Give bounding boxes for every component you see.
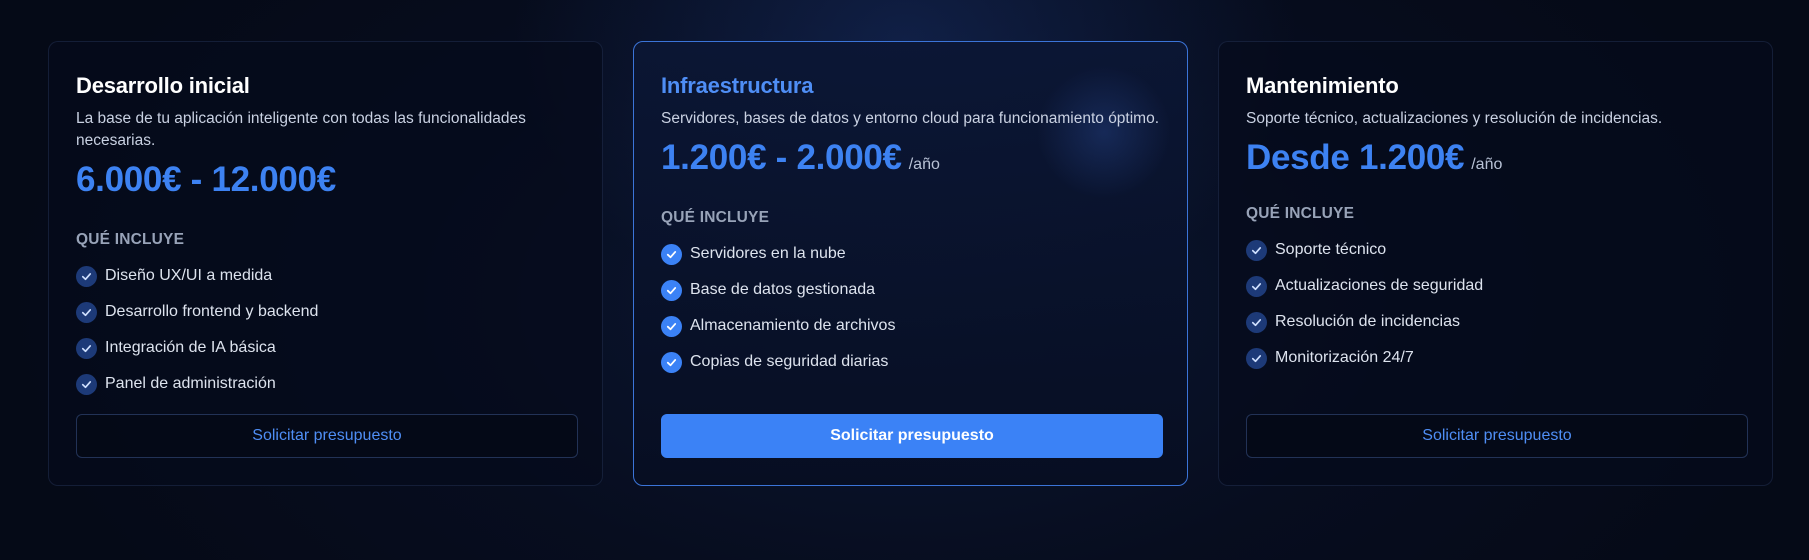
feature-item: Diseño UX/UI a medida	[76, 258, 575, 294]
feature-label: Actualizaciones de seguridad	[1275, 277, 1484, 294]
check-circle-icon	[1246, 275, 1267, 297]
plan-price: 1.200€ - 2.000€	[661, 138, 902, 177]
price-row: 6.000€ - 12.000€	[76, 158, 575, 202]
request-quote-button[interactable]: Solicitar presupuesto	[661, 414, 1163, 458]
request-quote-button[interactable]: Solicitar presupuesto	[1246, 414, 1748, 458]
feature-label: Almacenamiento de archivos	[690, 317, 896, 334]
includes-label: QUÉ INCLUYE	[661, 209, 770, 226]
request-quote-button[interactable]: Solicitar presupuesto	[76, 414, 578, 458]
feature-item: Panel de administración	[76, 366, 575, 402]
includes-label: QUÉ INCLUYE	[1246, 205, 1355, 222]
feature-label: Base de datos gestionada	[690, 281, 876, 298]
check-circle-icon	[661, 279, 682, 301]
price-row: Desde 1.200€ /año	[1246, 136, 1745, 180]
feature-item: Almacenamiento de archivos	[661, 308, 1160, 344]
plan-price: 6.000€ - 12.000€	[76, 160, 336, 199]
feature-label: Monitorización 24/7	[1275, 349, 1414, 366]
check-circle-icon	[76, 265, 97, 287]
feature-item: Monitorización 24/7	[1246, 340, 1745, 376]
pricing-cards: Desarrollo inicial La base de tu aplicac…	[48, 41, 1775, 488]
check-circle-icon	[1246, 347, 1267, 369]
plan-title: Infraestructura	[661, 73, 814, 98]
feature-item: Desarrollo frontend y backend	[76, 294, 575, 330]
check-circle-icon	[76, 301, 97, 323]
check-circle-icon	[1246, 311, 1267, 333]
feature-item: Integración de IA básica	[76, 330, 575, 366]
includes-label: QUÉ INCLUYE	[76, 231, 185, 248]
plan-title: Mantenimiento	[1246, 73, 1399, 98]
price-row: 1.200€ - 2.000€ /año	[661, 136, 1160, 180]
price-period: /año	[1471, 156, 1503, 173]
check-circle-icon	[661, 243, 682, 265]
plan-price: Desde 1.200€	[1246, 138, 1465, 177]
plan-description: Soporte técnico, actualizaciones y resol…	[1246, 110, 1663, 127]
feature-label: Panel de administración	[105, 375, 276, 392]
feature-label: Integración de IA básica	[105, 339, 276, 356]
plan-card-mantenimiento: Mantenimiento Soporte técnico, actualiza…	[1218, 41, 1773, 486]
feature-item: Base de datos gestionada	[661, 272, 1160, 308]
feature-item: Soporte técnico	[1246, 232, 1745, 268]
check-circle-icon	[661, 351, 682, 373]
feature-label: Servidores en la nube	[690, 245, 846, 262]
plan-card-desarrollo-inicial: Desarrollo inicial La base de tu aplicac…	[48, 41, 603, 486]
feature-item: Copias de seguridad diarias	[661, 344, 1160, 380]
feature-label: Copias de seguridad diarias	[690, 353, 889, 370]
feature-list: Soporte técnico Actualizaciones de segur…	[1246, 232, 1745, 376]
feature-label: Soporte técnico	[1275, 241, 1387, 258]
price-period: /año	[908, 156, 940, 173]
plan-description: Servidores, bases de datos y entorno clo…	[661, 110, 1160, 127]
check-circle-icon	[1246, 239, 1267, 261]
check-circle-icon	[661, 315, 682, 337]
feature-item: Actualizaciones de seguridad	[1246, 268, 1745, 304]
feature-item: Servidores en la nube	[661, 236, 1160, 272]
feature-list: Servidores en la nube Base de datos gest…	[661, 236, 1160, 380]
plan-card-infraestructura: Infraestructura Servidores, bases de dat…	[633, 41, 1188, 486]
feature-label: Resolución de incidencias	[1275, 313, 1460, 330]
plan-description: La base de tu aplicación inteligente con…	[76, 110, 526, 149]
feature-label: Diseño UX/UI a medida	[105, 267, 273, 284]
check-circle-icon	[76, 373, 97, 395]
plan-title: Desarrollo inicial	[76, 73, 250, 98]
check-circle-icon	[76, 337, 97, 359]
feature-label: Desarrollo frontend y backend	[105, 303, 319, 320]
feature-item: Resolución de incidencias	[1246, 304, 1745, 340]
feature-list: Diseño UX/UI a medida Desarrollo fronten…	[76, 258, 575, 402]
